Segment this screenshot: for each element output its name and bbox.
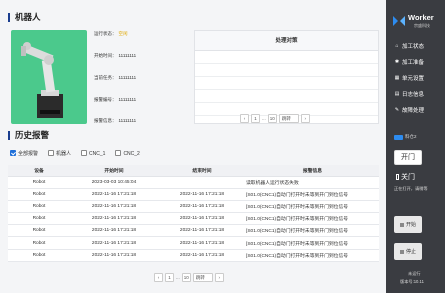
column-header: 报警信息 <box>246 165 379 177</box>
filter-robot[interactable]: 机器人 <box>48 150 71 157</box>
field-run-status: 运行状态： 空闲 <box>94 31 128 36</box>
brand-logo: Worker 宗盛科技 <box>392 12 442 32</box>
door-icon <box>396 174 399 180</box>
station-toggle-icon <box>394 134 403 140</box>
main-panel: 机器人 运行状态： 空闲 开始时间： 11111111 当前任务： 11111111 … <box>0 0 386 293</box>
run-status-text: 未运行 <box>408 271 421 276</box>
measures-row <box>195 90 378 103</box>
jump-button[interactable]: 跳转 <box>278 114 299 123</box>
history-pager: ‹ 1 ... 10 跳转 › <box>154 273 224 282</box>
page-ellipsis: ... <box>176 275 180 280</box>
measures-row <box>195 64 378 77</box>
next-page-button[interactable]: › <box>300 114 310 123</box>
menu-item-fault-handling[interactable]: ✎ 故障处理 <box>394 106 424 114</box>
measures-header: 处理对策 <box>195 31 378 51</box>
table-row[interactable]: Robot 2022-11-16 17:21:18 2022-11-16 17:21… <box>8 224 379 238</box>
gear-icon: ✱ <box>394 59 400 65</box>
door-hint: 正在打开，请稍等 <box>394 186 428 191</box>
measures-table: 处理对策 <box>194 30 379 124</box>
measures-pager: ‹ 1 ... 10 跳转 › <box>240 114 310 123</box>
jump-button[interactable]: 跳转 <box>192 273 213 282</box>
table-row[interactable]: Robot 2023-03-03 10:45:04 读取机器人运行状态失败 <box>8 176 379 189</box>
stop-button[interactable]: 停止 <box>394 243 422 260</box>
close-door-button[interactable]: 关门 <box>396 172 415 182</box>
measures-row <box>195 77 378 90</box>
table-row[interactable]: Robot 2022-11-16 17:21:18 2022-11-16 17:21… <box>8 212 379 226</box>
menu-item-process-prep[interactable]: ✱ 加工准备 <box>394 58 424 66</box>
start-button[interactable]: 开始 <box>394 216 422 233</box>
document-icon: ▤ <box>394 91 400 97</box>
checkbox-icon[interactable] <box>115 150 122 156</box>
next-page-button[interactable]: › <box>214 273 224 282</box>
stop-square-icon <box>399 222 404 227</box>
table-row[interactable]: Robot 2022-11-16 17:21:18 2022-11-16 17:21… <box>8 236 379 250</box>
last-page-button[interactable]: 10 <box>181 273 191 282</box>
brand-mark-icon <box>393 16 405 26</box>
menu-item-log-info[interactable]: ▤ 日志信息 <box>394 90 424 98</box>
filter-cnc1[interactable]: CNC_1 <box>81 150 105 157</box>
stop-square-icon <box>399 249 404 254</box>
table-row[interactable]: Robot 2022-11-16 17:21:18 2022-11-16 17:21… <box>8 188 379 201</box>
robot-section-title: 机器人 <box>8 13 41 22</box>
menu-item-process-status[interactable]: ⌂ 加工状态 <box>394 42 424 50</box>
page-number-button[interactable]: 1 <box>251 114 260 123</box>
page-number-button[interactable]: 1 <box>165 273 174 282</box>
table-row[interactable]: Robot 2022-11-16 17:21:18 2022-11-16 17:21… <box>8 200 379 214</box>
open-door-button[interactable]: 开门 <box>394 150 422 165</box>
history-table: 设备 开始时间 结束时间 报警信息 Robot 2023-03-03 10:45:… <box>8 165 379 262</box>
sidebar: Worker 宗盛科技 ⌂ 加工状态 ✱ 加工准备 ▦ 单元设置 ▤ 日志信息 ✎ 故障处… <box>386 0 445 293</box>
checkbox-icon[interactable] <box>81 150 88 156</box>
prev-page-button[interactable]: ‹ <box>154 273 163 282</box>
history-section-title: 历史报警 <box>8 131 49 140</box>
menu-item-unit-settings[interactable]: ▦ 单元设置 <box>394 74 424 82</box>
checkbox-checked-icon[interactable] <box>10 150 16 156</box>
station-indicator: 料仓2 <box>394 134 417 140</box>
field-current-task: 当前任务： 11111111 <box>94 75 137 80</box>
prev-page-button[interactable]: ‹ <box>240 114 249 123</box>
page-ellipsis: ... <box>262 116 266 121</box>
brand-name: Worker <box>408 13 434 22</box>
app-window: 机器人 运行状态： 空闲 开始时间： 11111111 当前任务： 11111111 … <box>0 0 445 293</box>
measures-row <box>195 51 378 64</box>
brand-subtitle: 宗盛科技 <box>414 23 430 28</box>
last-page-button[interactable]: 10 <box>267 114 277 123</box>
field-alarm-info: 报警信息： 11111111 <box>94 118 137 123</box>
grid-icon: ▦ <box>394 75 400 81</box>
robot-image <box>11 30 87 124</box>
table-row[interactable]: Robot 2022-11-16 17:21:18 2022-11-16 17:21… <box>8 249 379 262</box>
robot-arm-illustration <box>21 42 63 118</box>
column-header: 开始时间 <box>70 165 158 177</box>
run-status-value: 空闲 <box>118 31 128 36</box>
filter-cnc2[interactable]: CNC_2 <box>115 150 140 157</box>
field-alarm-code: 报警编号： 11111111 <box>94 97 137 102</box>
wrench-icon: ✎ <box>394 107 400 113</box>
home-icon: ⌂ <box>395 43 399 49</box>
checkbox-icon[interactable] <box>48 150 55 156</box>
column-header: 结束时间 <box>158 165 246 177</box>
filter-all-alarms[interactable]: 全部报警 <box>10 150 38 157</box>
column-header: 设备 <box>8 165 70 177</box>
field-start-time: 开始时间： 11111111 <box>94 53 137 58</box>
alarm-filters: 全部报警 机器人 CNC_1 CNC_2 <box>10 150 140 157</box>
table-header-row: 设备 开始时间 结束时间 报警信息 <box>8 165 379 177</box>
version-label: 版本号:10.11 <box>400 279 424 284</box>
